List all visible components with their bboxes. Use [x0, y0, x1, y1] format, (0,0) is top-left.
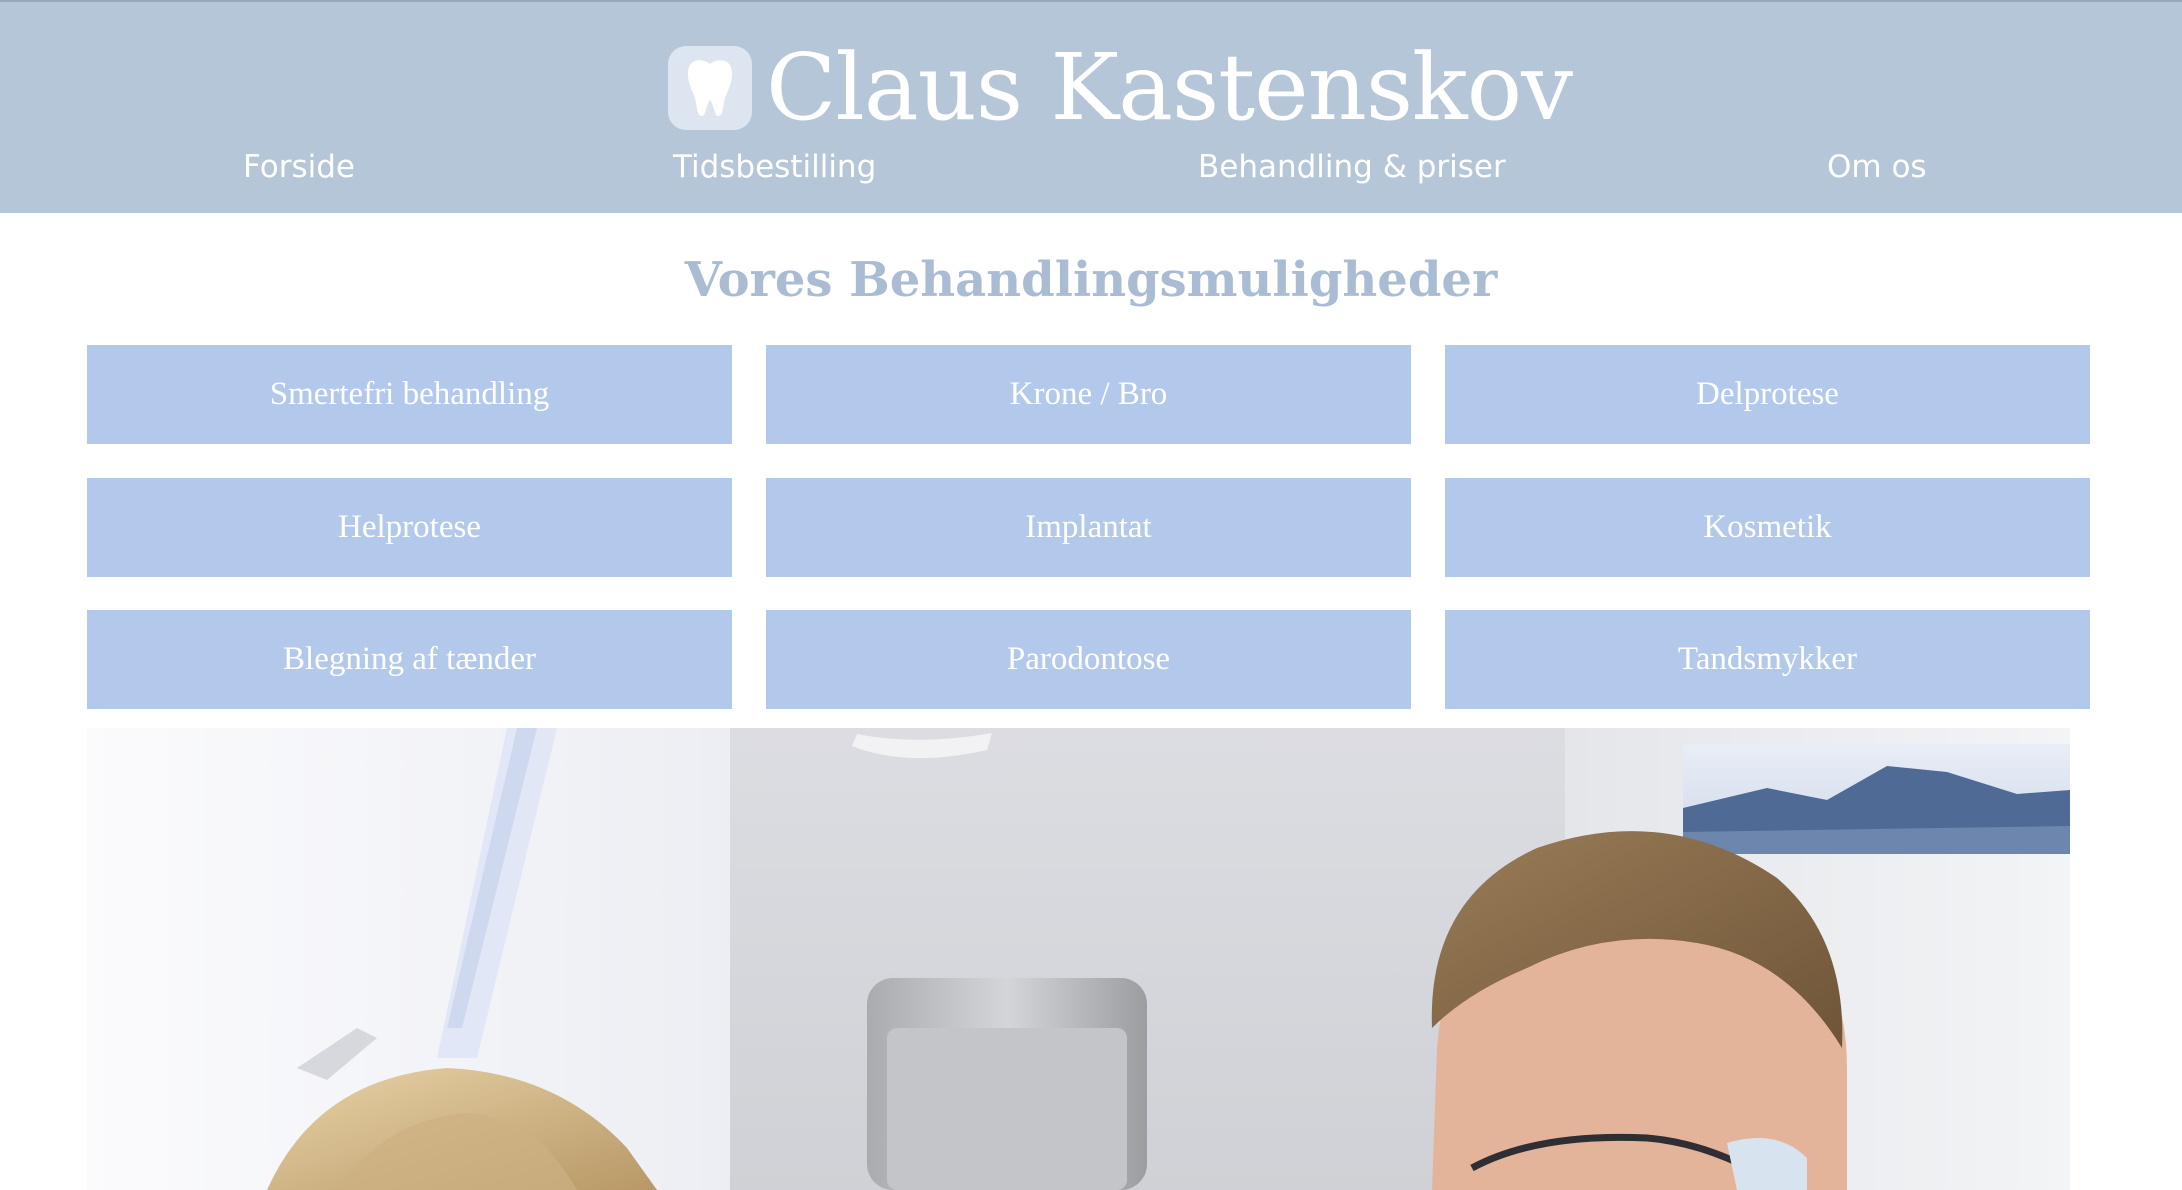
site-header: Claus Kastenskov Forside Tidsbestilling … — [0, 0, 2182, 213]
treatment-tile-implantat[interactable]: Implantat — [766, 478, 1411, 577]
treatment-tile-tandsmykker[interactable]: Tandsmykker — [1445, 610, 2090, 709]
treatment-tile-krone-bro[interactable]: Krone / Bro — [766, 345, 1411, 444]
treatment-tile-smertefri-behandling[interactable]: Smertefri behandling — [87, 345, 732, 444]
treatment-tile-delprotese[interactable]: Delprotese — [1445, 345, 2090, 444]
nav-item-om-os[interactable]: Om os — [1827, 147, 1927, 187]
treatment-tile-kosmetik[interactable]: Kosmetik — [1445, 478, 2090, 577]
tooth-icon — [668, 46, 752, 130]
nav-item-behandling-priser[interactable]: Behandling & priser — [1198, 147, 1506, 187]
nav-item-tidsbestilling[interactable]: Tidsbestilling — [673, 147, 876, 187]
nav-item-forside[interactable]: Forside — [243, 147, 355, 187]
brand[interactable]: Claus Kastenskov — [668, 34, 1573, 141]
treatment-tile-parodontose[interactable]: Parodontose — [766, 610, 1411, 709]
treatment-tile-helprotese[interactable]: Helprotese — [87, 478, 732, 577]
page-title: Vores Behandlingsmuligheder — [684, 252, 1498, 308]
site-title: Claus Kastenskov — [766, 34, 1573, 141]
treatment-tile-blegning-af-taender[interactable]: Blegning af tænder — [87, 610, 732, 709]
clinic-photo — [87, 728, 2070, 1190]
